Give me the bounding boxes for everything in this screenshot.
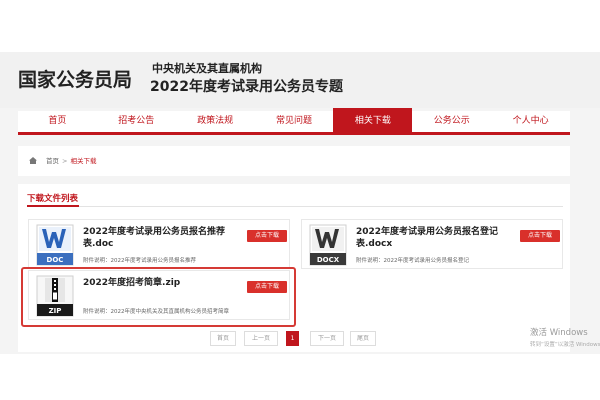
page-number-current[interactable]: 1 [286,331,299,346]
windows-activation-hint: 转到“设置”以激活 Windows。 [530,342,600,348]
breadcrumb-current: 相关下载 [70,157,97,165]
file-title[interactable]: 2022年度考试录用公务员报名登记表.docx [356,226,516,250]
breadcrumb-home-link[interactable]: 首页 [46,157,59,165]
page-last-button[interactable]: 尾页 [350,331,376,346]
file-description: 附件说明：2022年度考试录用公务员报名推荐 [83,258,196,264]
header-subtitle-org: 中央机关及其直属机构 [152,62,262,75]
nav-item-downloads[interactable]: 相关下载 [333,108,413,132]
bottom-margin [0,354,600,400]
word-docx-icon: DOCX [309,224,347,266]
nav-item-public-notice[interactable]: 公务公示 [412,111,491,132]
top-margin [0,0,600,52]
windows-activation-watermark: 激活 Windows [530,328,588,338]
page-prev-button[interactable]: 上一页 [244,331,278,346]
page-next-button[interactable]: 下一页 [310,331,344,346]
home-icon [29,157,37,164]
section-divider [27,206,563,207]
file-type-label: DOC [47,256,64,264]
file-type-label: DOCX [317,256,340,264]
nav-item-faq[interactable]: 常见问题 [255,111,334,132]
breadcrumb-separator: > [62,157,68,165]
file-description: 附件说明：2022年度考试录用公务员报名登记 [356,258,469,264]
word-doc-icon: DOC [36,224,74,266]
breadcrumb-trail: 首页 > 相关下载 [46,155,96,165]
site-header: 国家公务员局 中央机关及其直属机构 2022年度考试录用公务员专题 [0,52,600,108]
file-card: DOC 2022年度考试录用公务员报名推荐表.doc 附件说明：2022年度考试… [28,219,290,269]
file-card: DOCX 2022年度考试录用公务员报名登记表.docx 附件说明：2022年度… [301,219,563,269]
nav-item-announcements[interactable]: 招考公告 [97,111,176,132]
site-brand[interactable]: 国家公务员局 [18,65,132,92]
highlight-box [21,267,296,327]
nav-item-home[interactable]: 首页 [18,111,97,132]
download-button[interactable]: 点击下载 [247,230,287,242]
file-title[interactable]: 2022年度考试录用公务员报名推荐表.doc [83,226,243,250]
main-nav: 首页 招考公告 政策法规 常见问题 相关下载 公务公示 个人中心 [18,108,570,135]
header-subtitle-topic: 2022年度考试录用公务员专题 [150,79,343,95]
nav-item-personal-center[interactable]: 个人中心 [491,111,570,132]
section-title-underline [27,205,79,207]
nav-item-policies[interactable]: 政策法规 [176,111,255,132]
download-button[interactable]: 点击下载 [520,230,560,242]
breadcrumb: 首页 > 相关下载 [18,146,570,176]
page-first-button[interactable]: 首页 [210,331,236,346]
section-title: 下载文件列表 [27,194,79,204]
